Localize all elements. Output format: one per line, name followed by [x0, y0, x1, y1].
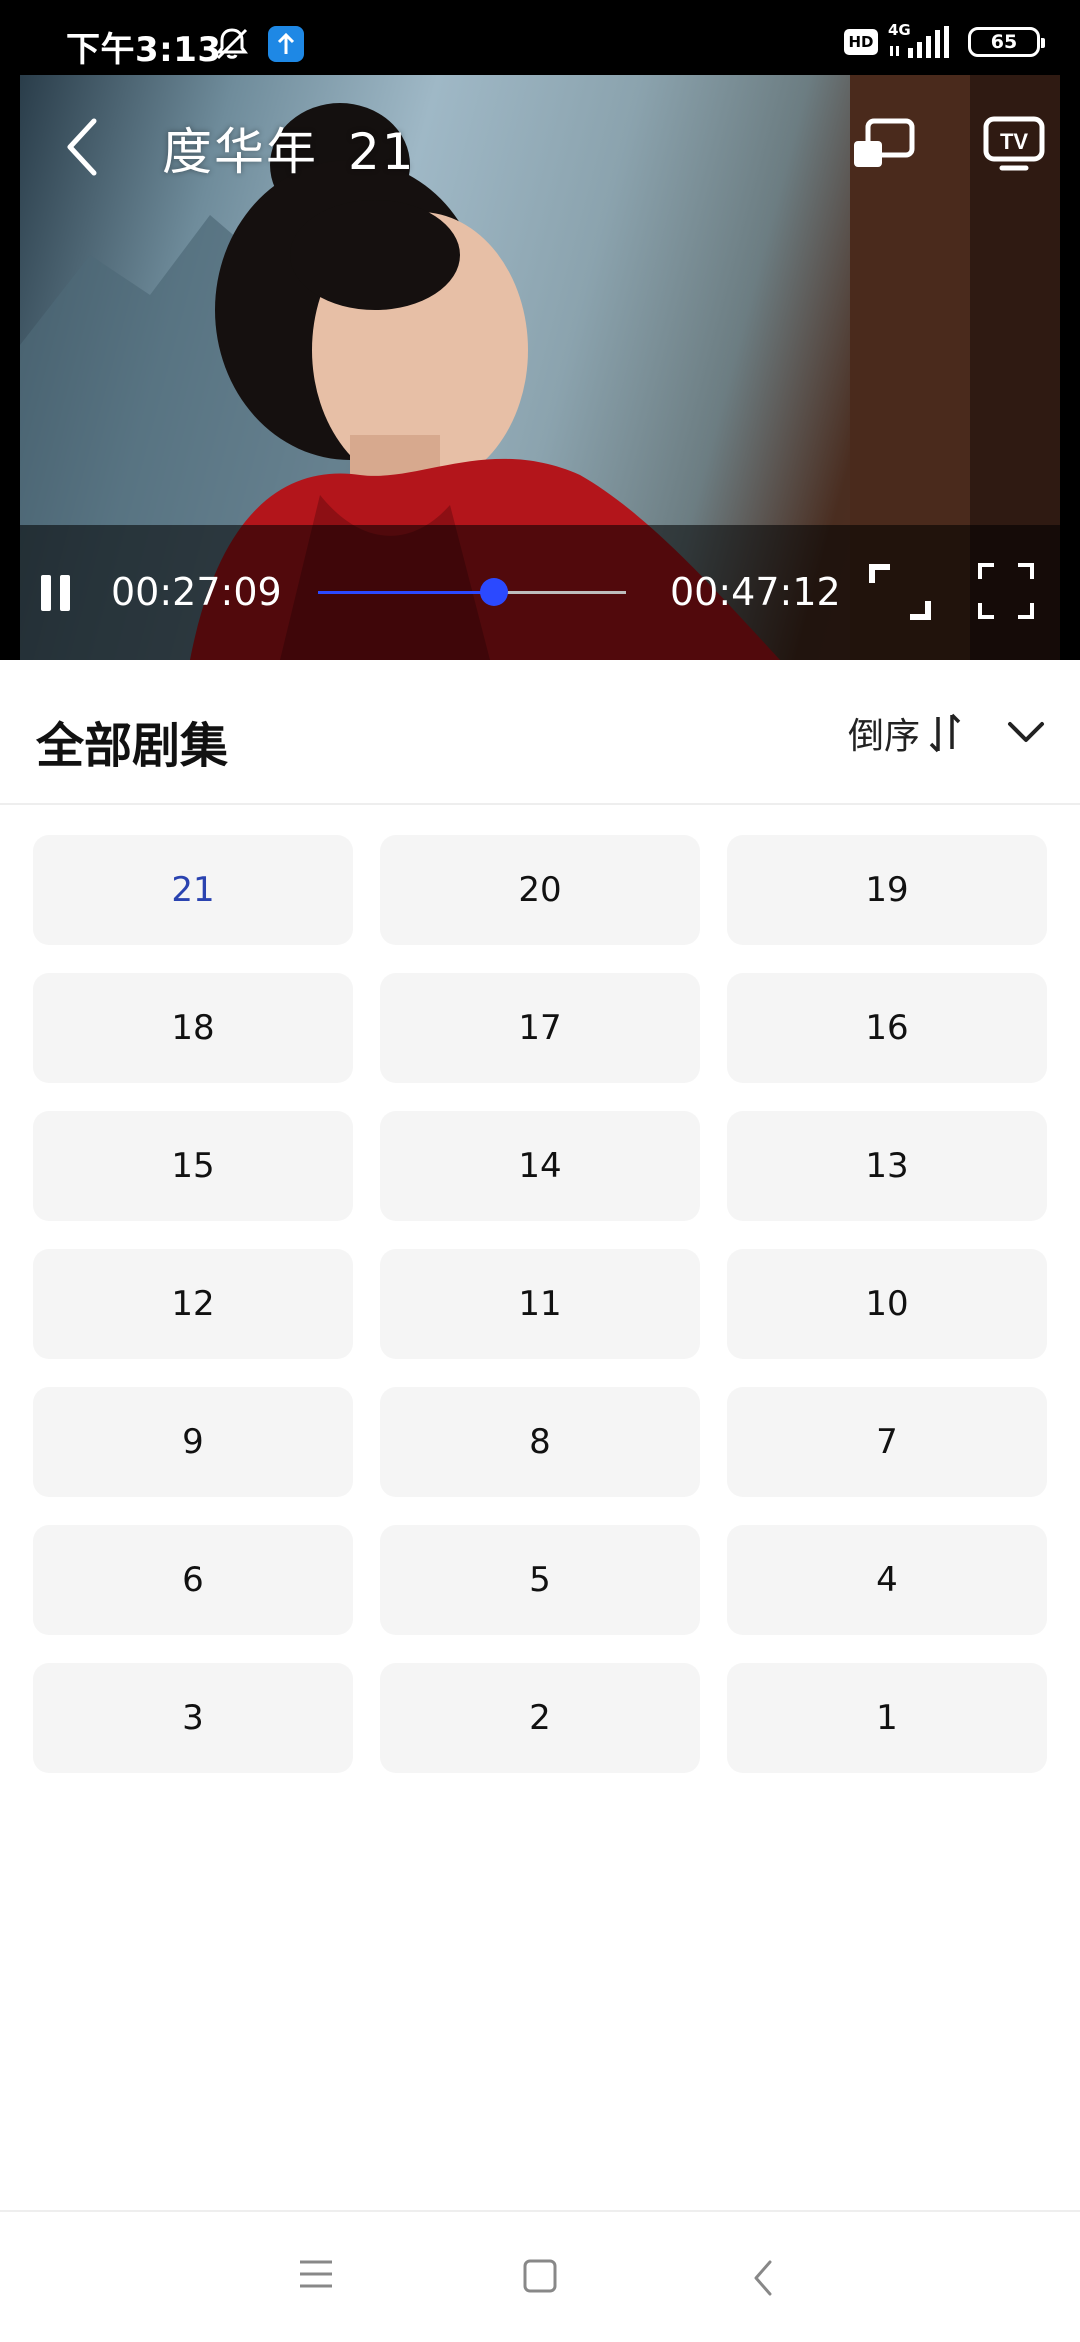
- episode-button[interactable]: 21: [33, 835, 353, 945]
- back-nav-icon: [754, 2260, 772, 2296]
- fullscreen-enter-icon[interactable]: [868, 563, 932, 621]
- episode-button[interactable]: 15: [33, 1111, 353, 1221]
- player-title: 度华年 21: [162, 112, 416, 184]
- home-button[interactable]: [480, 2212, 600, 2342]
- menu-icon: [300, 2260, 332, 2288]
- episode-grid: 21 20 19 18 17 16 15 14 13 12 11 10 9 8 7 6 5 4 3 2 1: [33, 835, 1047, 1773]
- back-icon[interactable]: [60, 115, 104, 179]
- status-bar: 下午3:13 HD 4G 65: [0, 0, 1080, 75]
- back-nav-button[interactable]: [704, 2212, 824, 2342]
- signal-icon: 4G: [888, 21, 950, 60]
- sort-toggle-button[interactable]: 倒序: [848, 708, 962, 758]
- seek-bar[interactable]: [318, 578, 626, 606]
- episode-button[interactable]: 6: [33, 1525, 353, 1635]
- home-icon: [523, 2259, 557, 2293]
- episode-button[interactable]: 18: [33, 973, 353, 1083]
- system-nav-bar: [0, 2210, 1080, 2340]
- episode-number: 21: [348, 123, 416, 181]
- episodes-header: 全部剧集 倒序: [0, 660, 1080, 805]
- episode-button[interactable]: 4: [727, 1525, 1047, 1635]
- episode-button[interactable]: 16: [727, 973, 1047, 1083]
- pause-icon[interactable]: [38, 573, 74, 613]
- episode-button[interactable]: 1: [727, 1663, 1047, 1773]
- chevron-down-icon[interactable]: [1004, 712, 1048, 752]
- seek-bar-progress: [318, 591, 494, 594]
- episode-button[interactable]: 9: [33, 1387, 353, 1497]
- expand-icon[interactable]: [976, 561, 1036, 621]
- show-title: 度华年: [162, 123, 318, 181]
- video-player[interactable]: 度华年 21 TV 00:27:09 00:47:12: [0, 75, 1080, 660]
- status-time: 下午3:13: [66, 30, 222, 70]
- episode-button[interactable]: 8: [380, 1387, 700, 1497]
- episode-button[interactable]: 5: [380, 1525, 700, 1635]
- menu-button[interactable]: [256, 2212, 376, 2342]
- total-duration: 00:47:12: [670, 570, 841, 614]
- episode-button[interactable]: 19: [727, 835, 1047, 945]
- status-indicators: HD 4G 65: [844, 21, 1045, 62]
- battery-icon: 65: [968, 27, 1045, 57]
- seek-thumb[interactable]: [479, 578, 508, 606]
- episode-button[interactable]: 20: [380, 835, 700, 945]
- episode-button[interactable]: 12: [33, 1249, 353, 1359]
- episode-button[interactable]: 13: [727, 1111, 1047, 1221]
- episode-button[interactable]: 2: [380, 1663, 700, 1773]
- episode-button[interactable]: 14: [380, 1111, 700, 1221]
- episode-button[interactable]: 10: [727, 1249, 1047, 1359]
- episode-button[interactable]: 17: [380, 973, 700, 1083]
- mute-icon: [216, 28, 248, 60]
- battery-level: 65: [990, 31, 1018, 53]
- svg-text:TV: TV: [1000, 129, 1028, 154]
- episode-button[interactable]: 11: [380, 1249, 700, 1359]
- tv-icon[interactable]: TV: [982, 113, 1046, 175]
- episode-button[interactable]: 7: [727, 1387, 1047, 1497]
- episode-button[interactable]: 3: [33, 1663, 353, 1773]
- hd-badge: HD: [844, 29, 878, 55]
- sort-icon: [929, 713, 961, 753]
- cast-icon[interactable]: [850, 115, 916, 175]
- sort-label: 倒序: [848, 716, 921, 757]
- upload-icon: [268, 26, 304, 62]
- elapsed-time: 00:27:09: [111, 570, 282, 614]
- episodes-title: 全部剧集: [36, 718, 229, 774]
